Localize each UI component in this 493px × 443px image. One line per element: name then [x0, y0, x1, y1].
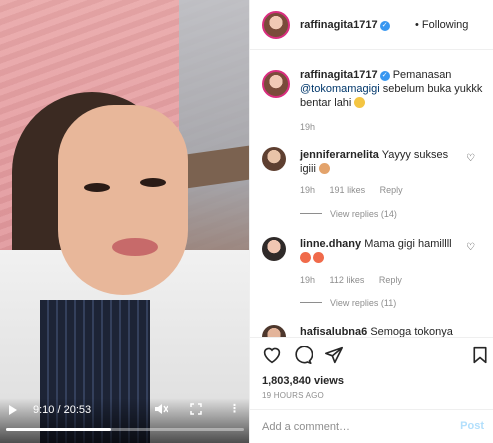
comment-avatar[interactable] [262, 237, 286, 261]
reply-button[interactable]: Reply [380, 185, 403, 195]
video-frame-face [58, 105, 188, 295]
comment-likes[interactable]: 112 likes [330, 275, 365, 285]
comment-username[interactable]: jenniferarnelita [300, 149, 379, 161]
caption-text: Pemanasan [392, 69, 452, 81]
view-replies-label[interactable]: View replies (14) [330, 209, 397, 219]
comments-list: raffinagita1717 ✓ Pemanasan @tokomamagigi… [250, 51, 493, 337]
caption-mention-link[interactable]: @tokomamagigi [300, 83, 380, 95]
video-frame-lips [112, 238, 158, 256]
reply-button[interactable]: Reply [379, 275, 402, 285]
emoji-icon [354, 97, 366, 108]
caption-avatar[interactable] [262, 70, 290, 98]
comment-likes[interactable]: 191 likes [330, 185, 366, 195]
view-replies-button[interactable]: View replies (14) [300, 209, 397, 219]
comment-time: 19h [300, 275, 316, 285]
comment: hafisalubna6 Semoga tokonya [300, 325, 480, 337]
replies-dash [300, 213, 322, 214]
follow-status[interactable]: • Following [415, 19, 468, 31]
video-frame-eye [84, 183, 110, 192]
comment: jenniferarnelita Yayyy sukses igiii [300, 148, 460, 176]
bookmark-icon[interactable] [472, 346, 488, 369]
view-replies-button[interactable]: View replies (11) [300, 298, 396, 308]
heart-icon[interactable] [262, 346, 282, 369]
comment-username[interactable]: hafisalubna6 [300, 326, 367, 337]
more-icon[interactable]: ⋮ [229, 402, 240, 415]
video-player[interactable]: 9:10 / 20:53 ⋮ [0, 0, 249, 443]
comment-text: Semoga tokonya [370, 326, 453, 337]
comment-time: 19h [300, 185, 316, 195]
post-button[interactable]: Post [460, 420, 484, 432]
comment-input[interactable] [262, 419, 442, 435]
comment: linne.dhany Mama gigi hamillll [300, 237, 460, 265]
post-side-panel: raffinagita1717 ✓ • Following raffinagita… [249, 0, 493, 443]
emoji-icon [300, 252, 311, 263]
caption-timestamp: 19h [300, 122, 316, 132]
header-username-text[interactable]: raffinagita1717 [300, 19, 378, 31]
comment-icon[interactable] [293, 345, 314, 369]
mute-icon[interactable] [154, 403, 169, 418]
comment-username[interactable]: linne.dhany [300, 238, 361, 250]
post-actions: 1,803,840 views 19 HOURS AGO [250, 337, 493, 407]
play-icon[interactable] [9, 405, 17, 415]
heart-icon[interactable]: ♡ [466, 153, 475, 164]
comment-meta: 19h 112 likes Reply [300, 275, 414, 285]
view-replies-label[interactable]: View replies (11) [330, 298, 396, 308]
comment-text: Mama gigi hamillll [364, 238, 452, 250]
post-date[interactable]: 19 HOURS AGO [262, 391, 324, 400]
following-button[interactable]: Following [422, 19, 468, 31]
post-header: raffinagita1717 ✓ • Following [250, 0, 493, 50]
view-count[interactable]: 1,803,840 views [262, 375, 344, 387]
comment-avatar[interactable] [262, 147, 286, 171]
separator: • [415, 19, 419, 31]
verified-icon: ✓ [379, 21, 390, 31]
fullscreen-icon[interactable] [190, 403, 202, 418]
caption-time: 19h [300, 122, 327, 132]
heart-icon[interactable]: ♡ [466, 242, 475, 253]
add-comment-bar: Post [250, 409, 493, 443]
emoji-icon [313, 252, 324, 263]
verified-icon: ✓ [379, 71, 390, 81]
caption-username[interactable]: raffinagita1717 [300, 69, 378, 81]
comment-avatar[interactable] [262, 325, 286, 337]
comment-meta: 19h 191 likes Reply [300, 185, 415, 195]
header-username[interactable]: raffinagita1717 ✓ [300, 19, 390, 31]
video-time: 9:10 / 20:53 [33, 404, 92, 416]
replies-dash [300, 302, 322, 303]
emoji-icon [318, 163, 330, 174]
avatar[interactable] [262, 11, 290, 39]
caption: raffinagita1717 ✓ Pemanasan @tokomamagigi… [300, 68, 485, 110]
video-progress-track[interactable] [6, 428, 244, 431]
video-frame-eye [140, 178, 166, 187]
video-progress-fill [6, 428, 111, 431]
share-icon[interactable] [324, 346, 344, 369]
